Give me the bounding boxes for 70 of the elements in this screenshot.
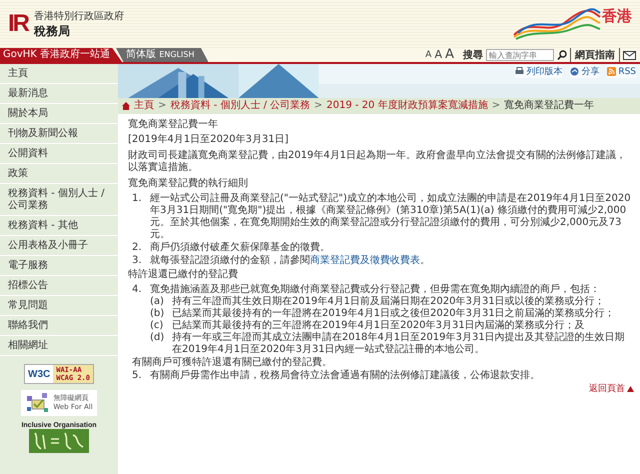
government-name: 香港特別行政區政府 [34, 10, 124, 22]
subitem-label: (b) [150, 308, 166, 320]
paragraph: [2019年4月1日至2020年3月31日] [128, 134, 290, 146]
subitem-text: 持有三年證而其生效日期在2019年4月1日前及屆滿日期在2020年3月31日或以後的業務或分行； [172, 296, 606, 308]
subitem-text: 已結業而其最後持有的一年證將在2019年4月1日或之後但2020年3月31日之前屆滿的業務或分行； [172, 308, 616, 320]
back-to-top-link[interactable]: 返回頁首 [589, 383, 634, 395]
search-icon[interactable] [557, 50, 567, 60]
item-text: 有關商戶毋需作出申請，稅務局會待立法會通過有關的法例修訂建議後，公佈退款安排。 [150, 370, 541, 382]
breadcrumb-separator: > [492, 100, 500, 112]
item-text: 經一站式公司註冊及商業登記("一站式登記")成立的本地公司，如成立法團的申請是在2019年4月1日至2020年3月31日期間("寬免期")提出，根據《商業登記條例》(第310章)第5A(1)(a) 條須繳付的費用可減少2,000元。至於其他個案，在寬免期開始生效的商業登記證或分行登記證須繳付的費用，可分別減少2,000元及73元。 [150, 193, 632, 241]
tool-link[interactable]: RSS [607, 65, 636, 78]
ribbon-icon [512, 7, 602, 41]
up-triangle-icon [627, 386, 634, 392]
ir-logo[interactable]: IR [8, 10, 28, 38]
mail-icon[interactable] [623, 50, 636, 60]
current-page-title: 寬免商業登記費一年 [504, 100, 594, 112]
item-number: 5. [132, 370, 143, 382]
w3c-mark: W3C [27, 368, 52, 380]
tool-link[interactable]: 列印版本 [515, 65, 562, 78]
govhk-link[interactable]: GovHK 香港政府一站通 [0, 48, 122, 62]
section-heading: 寬免商業登記費一年 [128, 119, 219, 131]
sidebar-item[interactable]: 聯絡我們 [0, 316, 118, 336]
font-size-link[interactable]: A [445, 49, 454, 61]
font-size-link[interactable]: A [425, 49, 432, 61]
sidebar-item[interactable]: 招標公告 [0, 276, 118, 296]
sidebar-item[interactable]: 公用表格及小冊子 [0, 236, 118, 256]
item-number: 4. [132, 284, 143, 296]
section-heading: 寬免商業登記費的執行細則 [128, 178, 249, 190]
paragraph: 財政司司長建議寬免商業登記費，由2019年4月1日起為期一年。政府會盡早向立法會提交有關的法例修訂建議，以落實這措施。 [128, 150, 628, 174]
sidebar-item[interactable]: 稅務資料 - 個別人士 / 公司業務 [0, 184, 118, 216]
breadcrumb-link[interactable]: 稅務資料 - 個別人士 / 公司業務 [170, 100, 310, 112]
calligraphy-logo-icon[interactable] [28, 429, 89, 453]
item-text: 商戶仍須繳付破產欠薪保障基金的徵費。 [150, 242, 331, 254]
subitem-label: (a) [150, 296, 165, 308]
sidebar-item[interactable]: 稅務資料 - 其他 [0, 216, 118, 236]
section-heading: 特許退還已繳付的登記費 [128, 269, 239, 281]
item-number: 2. [132, 242, 143, 254]
subitem-text: 持有一年或三年證而其成立法團申請在2018年4月1日至2019年3月31日內提出及其登記證的生效日期在2019年4月1日至2020年3月31日內經一站式登記註冊的本地公司。 [172, 332, 626, 356]
sidebar-item[interactable]: 電子服務 [0, 256, 118, 276]
sidebar-item[interactable]: 政策 [0, 164, 118, 184]
home-icon[interactable] [122, 102, 130, 110]
subitem-label: (d) [150, 332, 166, 345]
brand-logo-text: 香港 [602, 7, 632, 26]
subitem-text: 已結業而其最後持有的三年證將在2019年4月1日至2020年3月31日內屆滿的業務或分行；及 [172, 320, 586, 332]
item-number: 1. [132, 193, 143, 206]
item-text: 寬免措施涵蓋及那些已就寬免期繳付商業登記費或分行登記費，但毋需在寬免期內續證的商戶，包括： [150, 284, 601, 296]
sidebar-item[interactable]: 關於本局 [0, 104, 118, 124]
department-name: 稅務局 [34, 22, 71, 40]
font-size-link[interactable]: A [434, 49, 442, 61]
item-text: 就每張登記證須繳付的金額，請參閱商業登記費及徵費收費表。 [150, 255, 431, 267]
sidebar-item[interactable]: 常見問題 [0, 296, 118, 316]
note-text: 有關商戶可獲特許退還有關已繳付的登記費。 [132, 357, 333, 369]
site-guide-link[interactable]: 網頁指南 [570, 48, 620, 62]
simplified-chinese-link[interactable]: 简体版 ENGLISH [116, 48, 208, 62]
printer-icon [515, 67, 524, 76]
search-label: 搜尋 [463, 48, 483, 62]
subitem-label: (c) [150, 320, 164, 332]
breadcrumb-separator: > [314, 100, 322, 112]
tool-link[interactable]: 分享 [570, 65, 600, 78]
breadcrumb-link[interactable]: 2019 - 20 年度財政預算案寬減措施 [326, 100, 488, 112]
breadcrumb-separator: > [158, 100, 166, 112]
breadcrumb-link[interactable]: 主頁 [134, 100, 154, 112]
sidebar-item[interactable]: 相關網址 [0, 336, 118, 356]
sidebar-item[interactable]: 公開資料 [0, 144, 118, 164]
sidebar-item[interactable]: 刊物及新聞公報 [0, 124, 118, 144]
rss-icon [607, 67, 616, 76]
search-field[interactable]: 輸入查詢字串 [486, 49, 554, 61]
english-link[interactable]: ENGLISH [159, 50, 194, 59]
item-number: 3. [132, 255, 143, 267]
fee-table-link[interactable]: 商業登記費及徵費收費表 [310, 255, 420, 266]
